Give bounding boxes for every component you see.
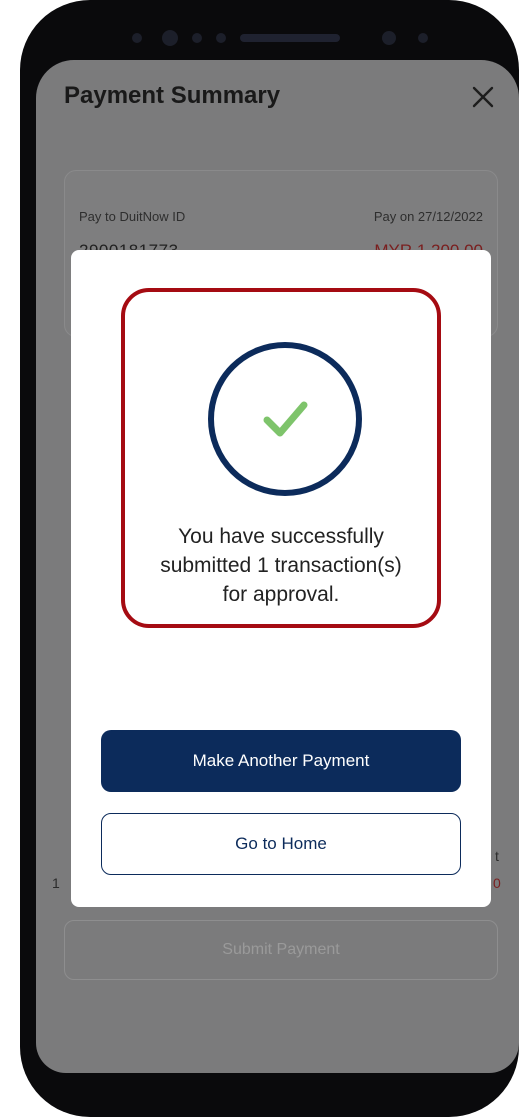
- pay-on-label: Pay on 27/12/2022: [373, 209, 483, 224]
- front-camera-icon: [382, 31, 396, 45]
- camera-icon: [162, 30, 178, 46]
- success-message: You have successfully submitted 1 transa…: [125, 522, 437, 609]
- pay-to-label: Pay to DuitNow ID: [79, 209, 186, 224]
- behind-fragment-right-top: t: [495, 848, 499, 864]
- speaker-grille: [240, 34, 340, 42]
- success-modal: You have successfully submitted 1 transa…: [71, 250, 491, 907]
- go-to-home-button[interactable]: Go to Home: [101, 813, 461, 875]
- highlight-annotation: You have successfully submitted 1 transa…: [121, 288, 441, 628]
- app-screen: Payment Summary Pay to DuitNow ID Pay on…: [36, 60, 519, 1073]
- sensor-dot: [216, 33, 226, 43]
- close-icon[interactable]: [470, 84, 496, 110]
- sensor-dot: [192, 33, 202, 43]
- phone-top-bar: [20, 0, 519, 60]
- submit-payment-button[interactable]: Submit Payment: [64, 920, 498, 980]
- sensor-dot: [132, 33, 142, 43]
- behind-fragment-left: 1: [52, 875, 60, 891]
- behind-fragment-right-bottom: 0: [493, 875, 501, 891]
- success-message-line: submitted 1 transaction(s): [160, 554, 402, 577]
- checkmark-icon: [208, 342, 362, 496]
- success-message-line: You have successfully: [178, 525, 384, 548]
- make-another-payment-button[interactable]: Make Another Payment: [101, 730, 461, 792]
- page-title: Payment Summary: [64, 82, 281, 109]
- success-message-line: for approval.: [222, 583, 340, 606]
- sensor-dot: [418, 33, 428, 43]
